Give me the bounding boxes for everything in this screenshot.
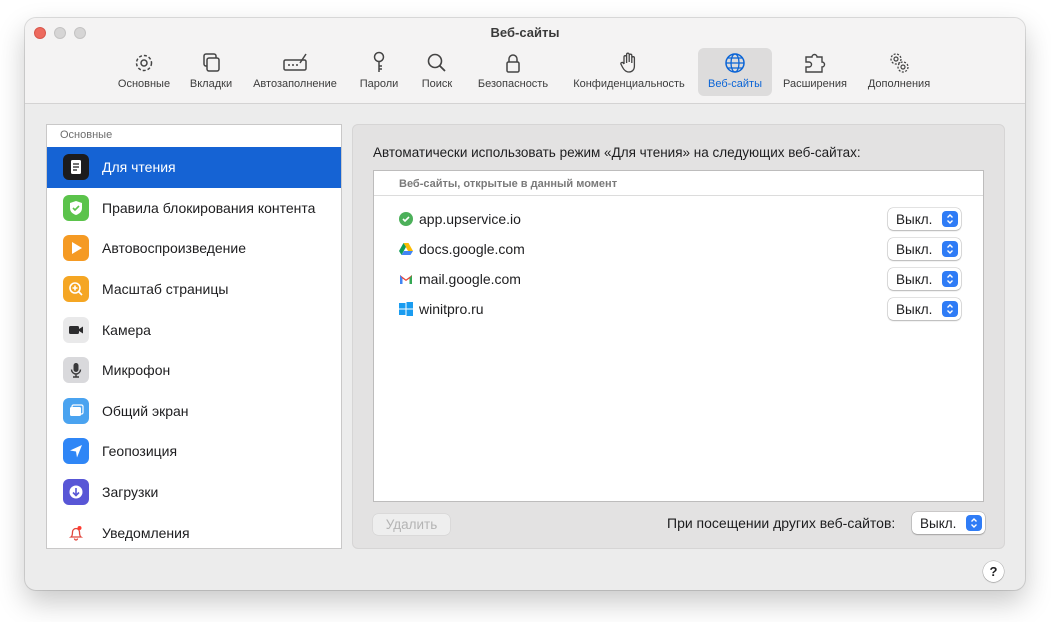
downloads-icon xyxy=(63,479,89,506)
sidebar-item-location[interactable]: Геопозиция xyxy=(47,431,341,472)
list-item[interactable]: mail.google.com Выкл. xyxy=(374,264,983,294)
delete-button[interactable]: Удалить xyxy=(373,514,450,535)
gmail-icon xyxy=(398,271,414,287)
safari-preferences-window: Веб-сайты Основные Вкладки Автозаполнени… xyxy=(25,18,1025,590)
chevron-updown-icon xyxy=(942,301,958,317)
popup-value: Выкл. xyxy=(896,211,933,227)
sidebar-item-notifications[interactable]: Уведомления xyxy=(47,512,341,548)
sidebar-item-label: Масштаб страницы xyxy=(102,281,229,298)
tab-general[interactable]: Основные xyxy=(113,48,175,96)
sidebar-item-label: Уведомления xyxy=(102,524,190,541)
sidebar-item-content-blockers[interactable]: Правила блокирования контента xyxy=(47,188,341,229)
window-title: Веб-сайты xyxy=(490,25,560,40)
popup-value: Выкл. xyxy=(896,271,933,287)
gears-icon xyxy=(890,53,909,73)
websites-list: Веб-сайты, открытые в данный момент app.… xyxy=(373,170,984,502)
tab-privacy[interactable]: Конфиденциальность xyxy=(563,48,695,96)
camera-icon xyxy=(63,316,89,343)
site-setting-popup[interactable]: Выкл. xyxy=(888,238,961,260)
sidebar-item-label: Камера xyxy=(102,321,151,338)
tab-security[interactable]: Безопасность xyxy=(469,48,557,96)
sidebar-item-autoplay[interactable]: Автовоспроизведение xyxy=(47,228,341,269)
search-icon xyxy=(427,53,446,72)
chevron-updown-icon xyxy=(942,211,958,227)
sidebar-item-microphone[interactable]: Микрофон xyxy=(47,350,341,391)
tab-websites[interactable]: Веб-сайты xyxy=(698,48,772,96)
lock-icon xyxy=(506,54,520,73)
other-sites-popup[interactable]: Выкл. xyxy=(912,512,985,534)
site-setting-popup[interactable]: Выкл. xyxy=(888,268,961,290)
site-domain: winitpro.ru xyxy=(419,301,484,317)
titlebar: Веб-сайты Основные Вкладки Автозаполнени… xyxy=(25,18,1025,104)
google-drive-icon xyxy=(398,241,414,257)
play-icon xyxy=(63,235,89,262)
sidebar-item-reader[interactable]: Для чтения xyxy=(47,147,341,188)
notifications-icon xyxy=(63,519,89,546)
popup-value: Выкл. xyxy=(920,515,957,531)
chevron-updown-icon xyxy=(942,241,958,257)
sidebar-item-label: Для чтения xyxy=(102,159,176,176)
sidebar-item-page-zoom[interactable]: Масштаб страницы xyxy=(47,269,341,310)
upservice-icon xyxy=(398,211,414,227)
site-domain: app.upservice.io xyxy=(419,211,521,227)
sidebar-item-camera[interactable]: Камера xyxy=(47,309,341,350)
sidebar-item-label: Микрофон xyxy=(102,362,171,379)
popup-value: Выкл. xyxy=(896,241,933,257)
screen-sharing-icon xyxy=(63,397,89,424)
reader-icon xyxy=(63,154,89,181)
globe-icon xyxy=(725,53,745,73)
tab-advanced[interactable]: Дополнения xyxy=(861,48,937,96)
other-sites-label: При посещении других веб-сайтов: xyxy=(667,515,896,531)
autofill-icon xyxy=(283,53,307,71)
list-item[interactable]: app.upservice.io Выкл. xyxy=(374,204,983,234)
sidebar: Основные Для чтения Правила блокирования… xyxy=(46,124,342,549)
content-blocker-icon xyxy=(63,194,89,221)
site-domain: mail.google.com xyxy=(419,271,521,287)
chevron-updown-icon xyxy=(942,271,958,287)
websites-panel: Автоматически использовать режим «Для чт… xyxy=(352,124,1005,549)
tabs-icon xyxy=(203,53,220,72)
puzzle-icon xyxy=(805,53,826,73)
site-setting-popup[interactable]: Выкл. xyxy=(888,208,961,230)
tab-tabs[interactable]: Вкладки xyxy=(183,48,239,96)
sidebar-item-label: Геопозиция xyxy=(102,443,178,460)
sidebar-item-label: Правила блокирования контента xyxy=(102,199,316,216)
sidebar-item-label: Автовоспроизведение xyxy=(102,240,247,257)
location-icon xyxy=(63,438,89,465)
help-button[interactable]: ? xyxy=(983,561,1004,582)
site-setting-popup[interactable]: Выкл. xyxy=(888,298,961,320)
hand-icon xyxy=(620,52,636,73)
list-item[interactable]: winitpro.ru Выкл. xyxy=(374,294,983,324)
tab-autofill[interactable]: Автозаполнение xyxy=(247,48,343,96)
key-icon xyxy=(373,51,385,72)
tab-passwords[interactable]: Пароли xyxy=(355,48,403,96)
sidebar-item-downloads[interactable]: Загрузки xyxy=(47,472,341,513)
site-domain: docs.google.com xyxy=(419,241,525,257)
sidebar-item-label: Загрузки xyxy=(102,484,159,501)
panel-description: Автоматически использовать режим «Для чт… xyxy=(373,145,861,160)
gear-icon xyxy=(135,54,153,72)
sidebar-item-screen-sharing[interactable]: Общий экран xyxy=(47,391,341,432)
windows-icon xyxy=(398,301,414,317)
sidebar-heading: Основные xyxy=(60,129,113,141)
zoom-icon xyxy=(63,276,89,303)
list-item[interactable]: docs.google.com Выкл. xyxy=(374,234,983,264)
list-heading: Веб-сайты, открытые в данный момент xyxy=(374,171,983,196)
sidebar-item-label: Общий экран xyxy=(102,402,189,419)
popup-value: Выкл. xyxy=(896,301,933,317)
microphone-icon xyxy=(63,357,89,384)
tab-search[interactable]: Поиск xyxy=(413,48,461,96)
tab-extensions[interactable]: Расширения xyxy=(777,48,853,96)
chevron-updown-icon xyxy=(966,515,982,531)
